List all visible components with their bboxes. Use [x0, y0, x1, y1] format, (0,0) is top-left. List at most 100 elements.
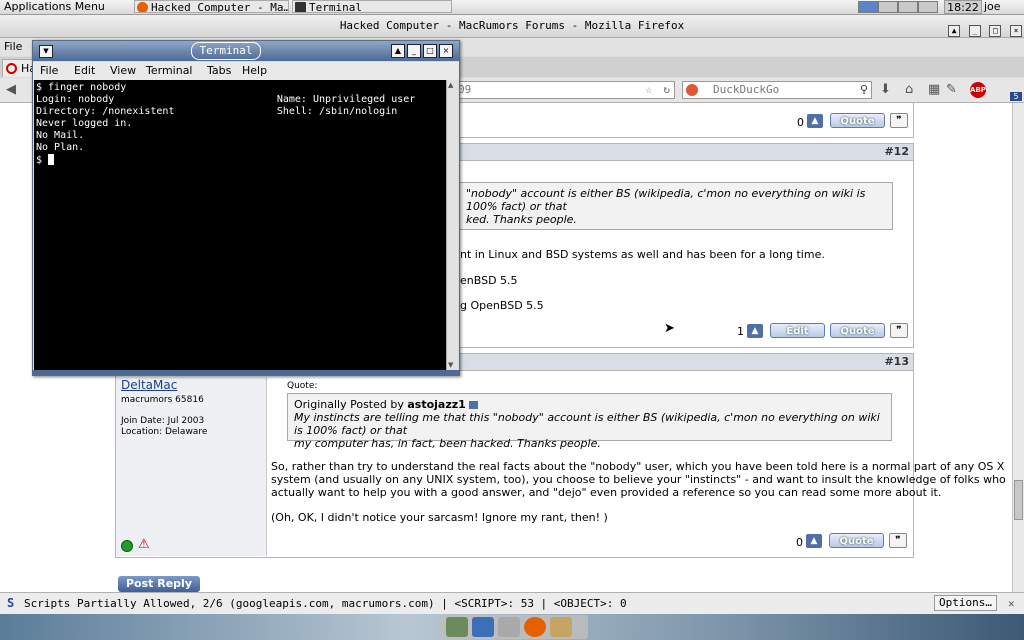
dock-terminal-icon[interactable]	[472, 617, 494, 637]
scroll-up-icon[interactable]: ▲	[448, 81, 453, 89]
post-13-body-line1: So, rather than try to understand the re…	[271, 460, 1005, 473]
maximize-icon[interactable]: □	[989, 25, 1002, 37]
post-12-multiquote-icon[interactable]: ❞	[890, 323, 908, 338]
post-13-user-info: DeltaMac macrumors 65816 Join Date: Jul …	[116, 377, 267, 556]
terminal-maximize-icon[interactable]: □	[423, 44, 437, 58]
post-12-quote-line2: ked. Thanks people.	[466, 213, 577, 226]
macrumors-favicon	[6, 63, 17, 74]
dock-firefox-icon[interactable]	[524, 617, 546, 637]
back-icon[interactable]: ◀	[6, 82, 16, 97]
post-12-body-line2: enBSD 5.5	[460, 274, 518, 287]
post-reply-button[interactable]: Post Reply	[118, 576, 200, 592]
reload-icon[interactable]: ↻	[663, 82, 670, 98]
firefox-window-title: Hacked Computer - MacRumors Forums - Moz…	[339, 19, 685, 32]
statusbar-close-icon[interactable]: ✕	[1008, 593, 1015, 614]
url-bar[interactable]: 09 ☆ ↻	[453, 81, 675, 99]
post-13-votes: 0	[796, 536, 803, 549]
terminal-menu-edit[interactable]: Edit	[74, 62, 95, 80]
post-13-rank: macrumors 65816	[121, 395, 204, 405]
applications-menu[interactable]: Applications Menu	[4, 0, 105, 14]
taskbar-terminal[interactable]: Terminal	[292, 0, 452, 13]
duckduckgo-icon	[686, 84, 698, 96]
post-11-vote-up-icon[interactable]: ▲	[807, 114, 823, 128]
report-post-icon[interactable]: ⚠	[138, 537, 150, 552]
terminal-menu-file[interactable]: File	[40, 62, 58, 80]
dock-folder-icon[interactable]	[550, 617, 572, 637]
adblock-icon[interactable]: ABP	[970, 82, 986, 98]
terminal-menu-terminal[interactable]: Terminal	[146, 62, 193, 80]
top-panel: Applications Menu Hacked Computer - Ma… …	[0, 0, 1024, 15]
bookmark-star-icon[interactable]: ☆	[645, 82, 652, 98]
menu-file[interactable]: File	[4, 40, 22, 53]
bookmarks-icon[interactable]: ▦	[928, 82, 940, 97]
post-11-quote-button[interactable]: Quote	[830, 113, 885, 128]
search-placeholder: DuckDuckGo	[713, 83, 780, 96]
close-icon[interactable]: ×	[1010, 25, 1022, 37]
terminal-window: ▼ Terminal ▲ _ □ × File Edit View Termin…	[32, 40, 460, 376]
taskbar-firefox[interactable]: Hacked Computer - Ma…	[134, 0, 289, 13]
home-icon[interactable]: ⌂	[905, 82, 913, 97]
page-scrollbar-thumb[interactable]	[1014, 480, 1023, 520]
post-12-edit-button[interactable]: Edit	[770, 323, 825, 338]
workspace-1[interactable]	[858, 1, 878, 13]
workspace-3[interactable]	[898, 1, 918, 13]
terminal-titlebar[interactable]: ▼ Terminal ▲ _ □ ×	[33, 41, 459, 61]
post-13-username[interactable]: DeltaMac	[121, 379, 177, 392]
user-menu[interactable]: joe	[984, 0, 1001, 14]
firefox-titlebar: Hacked Computer - MacRumors Forums - Moz…	[0, 15, 1024, 38]
terminal-prompt: $	[36, 155, 49, 166]
post-12-quote-line1: "nobody" account is either BS (wikipedia…	[466, 187, 866, 213]
dock-file-manager-icon[interactable]	[446, 617, 468, 637]
workspace-2[interactable]	[878, 1, 898, 13]
post-13-multiquote-icon[interactable]: ❞	[889, 533, 907, 548]
terminal-menu-view[interactable]: View	[110, 62, 136, 80]
scroll-down-icon[interactable]: ▼	[448, 361, 453, 369]
terminal-menubar: File Edit View Terminal Tabs Help	[33, 62, 459, 80]
dock-drive-icon[interactable]	[498, 617, 520, 637]
search-icon[interactable]: ⚲	[860, 82, 868, 98]
noscript-options-button[interactable]: Options…	[934, 595, 997, 611]
post-12-vote-up-icon[interactable]: ▲	[747, 324, 763, 338]
post-13-body-line2: system (and usually on any UNIX system, …	[271, 473, 1006, 486]
post-11-multiquote-icon[interactable]: ❞	[890, 113, 908, 128]
terminal-menu-tabs[interactable]: Tabs	[207, 62, 231, 80]
post-13-originally-posted: Originally Posted by	[294, 398, 404, 411]
noscript-status-text: Scripts Partially Allowed, 2/6 (googleap…	[24, 597, 627, 610]
terminal-scrollbar[interactable]: ▲ ▼	[446, 80, 458, 370]
post-13-quote: Originally Posted by astojazz1 My instin…	[287, 393, 892, 450]
workspace-4[interactable]	[918, 1, 938, 13]
noscript-statusbar: S Scripts Partially Allowed, 2/6 (google…	[0, 592, 1024, 614]
terminal-minimize-icon[interactable]: _	[407, 44, 421, 58]
terminal-line: No Mail.	[36, 130, 85, 141]
terminal-line: Never logged in.	[36, 118, 133, 129]
post-11-votes: 0	[797, 116, 804, 129]
workspace-switcher[interactable]	[858, 1, 938, 13]
post-13-body-line3: actually want to help you with a good an…	[271, 486, 942, 499]
search-input[interactable]: DuckDuckGo ⚲	[682, 81, 872, 99]
maximize-vertical-icon[interactable]: ▲	[948, 25, 961, 37]
view-post-icon[interactable]	[469, 401, 479, 409]
post-13-vote-up-icon[interactable]: ▲	[806, 534, 822, 548]
post-12-quote-button[interactable]: Quote	[830, 323, 885, 338]
download-icon[interactable]: ⬇	[880, 82, 891, 97]
window-menu-icon[interactable]: ▼	[39, 45, 53, 58]
terminal-screen[interactable]: $ finger nobody Login: nobody Name: Unpri…	[34, 80, 446, 370]
terminal-line: No Plan.	[36, 142, 85, 153]
post-13-quote-button[interactable]: Quote	[829, 533, 884, 548]
noscript-icon[interactable]: S	[7, 597, 14, 609]
addon-icon[interactable]: ✎	[946, 82, 957, 97]
terminal-menu-help[interactable]: Help	[242, 62, 267, 80]
page-scrollbar[interactable]	[1012, 103, 1024, 592]
minimize-icon[interactable]: _	[968, 25, 981, 37]
post-13-number[interactable]: #13	[884, 355, 909, 368]
clock[interactable]: 18:22	[944, 0, 982, 14]
post-12-body-line1: nt in Linux and BSD systems as well and …	[460, 248, 825, 261]
post-12-number[interactable]: #12	[884, 145, 909, 158]
mouse-cursor-icon: ➤	[664, 321, 675, 336]
terminal-close-icon[interactable]: ×	[439, 44, 453, 58]
dock	[440, 615, 588, 639]
terminal-line: Login: nobody Name: Unprivileged user	[36, 94, 416, 105]
notification-badge[interactable]: 5	[1010, 92, 1022, 101]
terminal-cursor	[48, 154, 55, 165]
terminal-shade-icon[interactable]: ▲	[391, 44, 405, 58]
